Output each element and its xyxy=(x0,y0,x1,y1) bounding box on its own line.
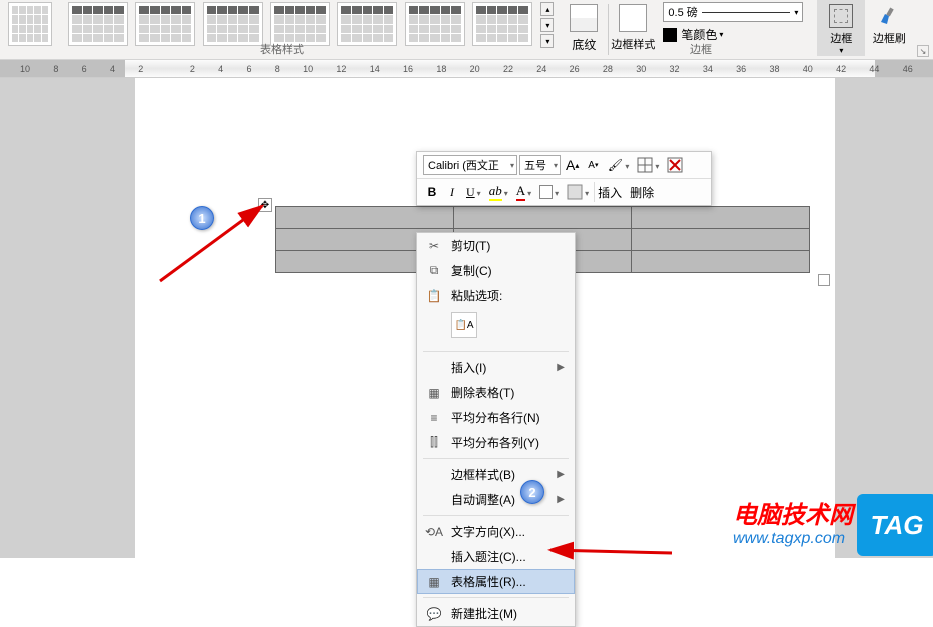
shading-icon xyxy=(570,4,598,32)
delete-table-icon: ▦ xyxy=(425,386,443,400)
paste-options-row: 📋A xyxy=(417,308,575,348)
menu-distribute-rows[interactable]: ≡平均分布各行(N) xyxy=(417,405,575,430)
table-style-thumb[interactable] xyxy=(405,2,465,46)
shrink-font-button[interactable]: A▾ xyxy=(584,155,602,175)
annotation-arrow-1 xyxy=(150,196,280,291)
pen-weight-preview xyxy=(702,12,791,13)
table-style-thumb[interactable] xyxy=(68,2,128,46)
borders-group-label: 边框 xyxy=(690,41,712,57)
borders-dialog-launcher[interactable]: ↘ xyxy=(917,45,929,57)
font-color-button[interactable]: A xyxy=(513,182,534,202)
font-size-combo[interactable]: 五号 xyxy=(519,155,561,175)
grid-icon xyxy=(567,184,583,200)
table-cell[interactable] xyxy=(632,229,810,251)
menu-border-styles[interactable]: 边框样式(B)▶ xyxy=(417,462,575,487)
horizontal-ruler[interactable]: 1086422468101214161820222426283032343638… xyxy=(0,60,933,78)
italic-button[interactable]: I xyxy=(443,182,461,202)
format-painter-icon: 🖌 xyxy=(607,157,623,173)
border-painter-icon xyxy=(877,4,901,28)
distribute-cols-icon: ⫿⫿ xyxy=(425,435,443,450)
table-properties-icon: ▦ xyxy=(425,575,443,589)
border-style-icon xyxy=(619,4,647,32)
table-style-scroll-down[interactable]: ▾ xyxy=(540,18,554,32)
shading-mini-button[interactable] xyxy=(536,182,562,202)
table-row xyxy=(276,207,810,229)
font-name-combo[interactable]: Calibri (西文正 xyxy=(423,155,517,175)
context-menu: ✂剪切(T) ⧉复制(C) 📋粘贴选项: 📋A 插入(I)▶ ▦删除表格(T) … xyxy=(416,232,576,627)
pen-weight-combo[interactable]: 0.5 磅 ▾ xyxy=(663,2,803,22)
cut-icon: ✂ xyxy=(425,239,443,253)
pen-color-button[interactable]: 笔颜色 ▾ xyxy=(663,26,811,43)
borders-icon xyxy=(829,4,853,28)
table-style-thumb[interactable] xyxy=(8,2,52,46)
table-style-thumb[interactable] xyxy=(203,2,263,46)
watermark: 电脑技术网 www.tagxp.com TAG xyxy=(733,495,923,548)
table-style-thumb[interactable] xyxy=(135,2,195,46)
table-style-thumb[interactable] xyxy=(270,2,330,46)
underline-button[interactable]: U xyxy=(463,182,484,202)
table-style-gallery-expand[interactable]: ▾ xyxy=(540,34,554,48)
table-cell[interactable] xyxy=(276,207,454,229)
border-style-label: 边框样式 xyxy=(609,36,657,52)
grow-font-button[interactable]: A▴ xyxy=(563,155,582,175)
shading-label: 底纹 xyxy=(560,36,608,53)
menu-cut[interactable]: ✂剪切(T) xyxy=(417,233,575,258)
pen-group: 0.5 磅 ▾ 笔颜色 ▾ xyxy=(657,0,817,59)
ribbon: ▴ ▾ ▾ 底纹 边框样式 0.5 磅 ▾ 笔颜色 ▾ 边框 ▾ 边框 xyxy=(0,0,933,60)
menu-paste-options: 📋粘贴选项: xyxy=(417,283,575,308)
callout-1: 1 xyxy=(190,206,214,230)
table-resize-handle[interactable] xyxy=(818,274,830,286)
table-cell[interactable] xyxy=(632,207,810,229)
watermark-tag: TAG xyxy=(857,494,933,556)
mini-toolbar: Calibri (西文正 五号 A▴ A▾ 🖌 B I U ab A 插入 删除 xyxy=(416,151,712,206)
bold-button[interactable]: B xyxy=(423,182,441,202)
pen-weight-value: 0.5 磅 xyxy=(668,4,697,20)
distribute-rows-icon: ≡ xyxy=(425,411,443,425)
table-styles-group-label: 表格样式 xyxy=(260,41,304,57)
menu-distribute-cols[interactable]: ⫿⫿平均分布各列(Y) xyxy=(417,430,575,455)
table-style-scroll-up[interactable]: ▴ xyxy=(540,2,554,16)
border-style-button[interactable]: 边框样式 xyxy=(609,0,657,59)
copy-icon: ⧉ xyxy=(425,263,443,278)
comment-icon: 💬 xyxy=(425,607,443,621)
border-painter-button[interactable]: 边框刷 xyxy=(865,0,913,59)
shading-button[interactable]: 底纹 xyxy=(560,0,608,59)
paste-icon: 📋 xyxy=(425,289,443,303)
bucket-icon xyxy=(539,185,553,199)
text-direction-icon: ⟲A xyxy=(425,525,443,539)
menu-new-comment[interactable]: 💬新建批注(M) xyxy=(417,601,575,626)
delete-mini-button[interactable] xyxy=(664,155,686,175)
table-cell[interactable] xyxy=(454,207,632,229)
annotation-arrow-2 xyxy=(542,488,682,563)
clipboard-text-icon: 📋A xyxy=(454,320,473,331)
borders-mini-button-2[interactable] xyxy=(564,182,592,202)
borders-mini-button[interactable] xyxy=(634,155,662,175)
grid-icon xyxy=(637,157,653,173)
menu-copy[interactable]: ⧉复制(C) xyxy=(417,258,575,283)
watermark-url: www.tagxp.com xyxy=(733,530,853,548)
format-painter-button[interactable]: 🖌 xyxy=(604,155,632,175)
insert-mini-button[interactable]: 插入 xyxy=(594,182,625,202)
delete-table-icon xyxy=(667,157,683,173)
menu-delete-table[interactable]: ▦删除表格(T) xyxy=(417,380,575,405)
paste-keep-text-button[interactable]: 📋A xyxy=(451,312,477,338)
document-area: ✥ Calibri (西文正 五号 A▴ A▾ 🖌 B I U ab A 插入 … xyxy=(0,78,933,558)
delete-mini-label-button[interactable]: 删除 xyxy=(627,182,657,202)
table-style-thumb[interactable] xyxy=(337,2,397,46)
border-painter-label: 边框刷 xyxy=(869,30,909,46)
table-style-thumb[interactable] xyxy=(472,2,532,46)
menu-insert[interactable]: 插入(I)▶ xyxy=(417,355,575,380)
pen-color-swatch xyxy=(663,28,677,42)
borders-label: 边框 xyxy=(821,30,861,46)
table-cell[interactable] xyxy=(632,251,810,273)
menu-table-properties[interactable]: ▦表格属性(R)... xyxy=(417,569,575,594)
highlight-button[interactable]: ab xyxy=(486,182,511,202)
watermark-title: 电脑技术网 xyxy=(733,495,853,530)
callout-2: 2 xyxy=(520,480,544,504)
borders-button[interactable]: 边框 ▾ xyxy=(817,0,865,56)
